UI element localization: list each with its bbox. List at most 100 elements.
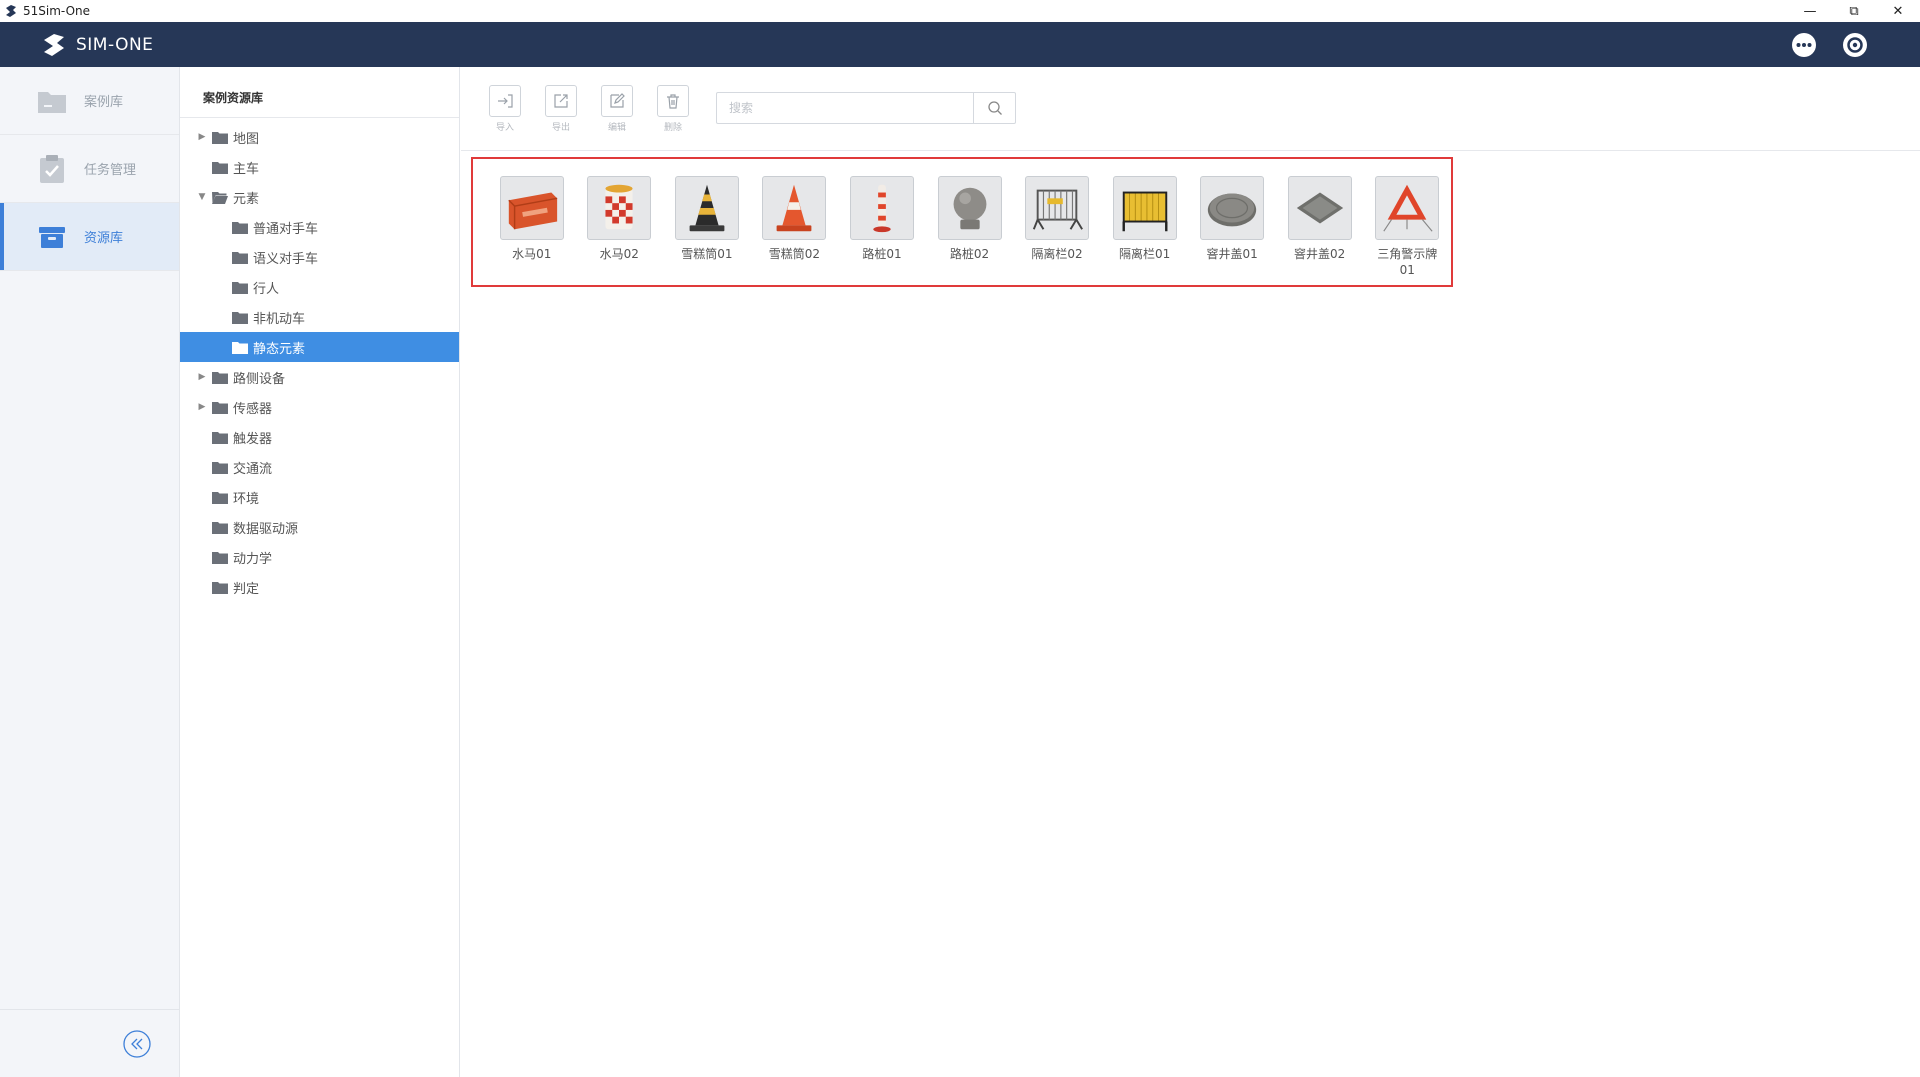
tree-item-label: 触发器 [233,431,273,447]
folder-icon [212,131,228,144]
folder-icon [212,461,228,474]
import-button[interactable]: 导入 [489,85,521,133]
asset-card[interactable]: 窨井盖01 [1188,176,1276,285]
nav-item-resources[interactable]: 资源库 [0,203,179,271]
folder-icon [232,311,248,324]
settings-gear-icon[interactable] [1842,32,1868,58]
asset-card[interactable]: 三角警示牌01 [1363,176,1451,285]
folder-icon [212,581,228,594]
collapse-area [0,1009,179,1077]
water-barrier-icon[interactable] [499,176,564,240]
warning-triangle-icon[interactable] [1375,176,1440,240]
tree-item[interactable]: 主车 [180,152,459,182]
tree-item-label: 判定 [233,581,260,597]
tree-item-label: 地图 [233,131,260,147]
tree-item[interactable]: 触发器 [180,422,459,452]
window-title: 51Sim-One [23,4,91,18]
tree-item[interactable]: 环境 [180,482,459,512]
app-logo-icon [6,5,16,17]
asset-name: 窨井盖02 [1294,247,1346,261]
tree-item-label: 元素 [233,191,260,207]
restore-icon[interactable]: ⧉ [1832,0,1876,22]
edit-button[interactable]: 编辑 [601,85,633,133]
asset-name: 隔离栏01 [1118,247,1171,261]
asset-card[interactable]: 水马02 [576,176,664,285]
tree-item[interactable]: 判定 [180,572,459,602]
tree-item[interactable]: ▼ 元素 [180,182,459,212]
tree-item-label: 静态元素 [253,341,306,357]
tree-item[interactable]: 行人 [180,272,459,302]
search-box [716,92,1016,124]
caret-down-icon[interactable]: ▼ [197,192,207,202]
asset-name: 水马02 [599,247,639,261]
simone-logo-icon [44,33,64,56]
app-header: SIM-ONE [0,22,1920,67]
search-input[interactable] [717,93,973,123]
nav-item-label: 案例库 [84,95,124,110]
tree-item-label: 普通对手车 [253,221,319,237]
asset-card[interactable]: 隔离栏01 [1101,176,1189,285]
tree-item[interactable]: 非机动车 [180,302,459,332]
tree-item[interactable]: 数据驱动源 [180,512,459,542]
asset-card[interactable]: 路桩02 [926,176,1014,285]
export-button[interactable]: 导出 [545,85,577,133]
folder-icon [212,491,228,504]
nav-item-label: 任务管理 [84,163,137,178]
asset-card[interactable]: 水马01 [488,176,576,285]
asset-name: 雪糕筒01 [681,247,733,261]
delete-button[interactable]: 删除 [657,85,689,133]
tree-item-label: 传感器 [233,401,273,417]
yellow-fence-icon[interactable] [1112,176,1177,240]
nav-item-label: 资源库 [84,231,124,246]
nav-item-cases[interactable]: 案例库 [0,67,179,135]
edit-icon [610,93,625,108]
caret-right-icon[interactable]: ▶ [197,132,207,142]
brand-name: SIM-ONE [76,34,154,55]
asset-card[interactable]: 隔离栏02 [1013,176,1101,285]
asset-card[interactable]: 雪糕筒01 [663,176,751,285]
asset-card[interactable]: 路桩01 [838,176,926,285]
folder-icon [212,521,228,534]
folder-icon [212,161,228,174]
tree-item[interactable]: 普通对手车 [180,212,459,242]
more-options-icon[interactable] [1791,32,1817,58]
asset-card[interactable]: 窨井盖02 [1276,176,1364,285]
nav-item-tasks[interactable]: 任务管理 [0,135,179,203]
tree-item[interactable]: ▶ 地图 [180,122,459,152]
caret-right-icon[interactable]: ▶ [197,402,207,412]
window-titlebar: 51Sim-One — ⧉ ✕ [0,0,1920,22]
round-manhole-cover-icon[interactable] [1200,176,1265,240]
minimize-icon[interactable]: — [1788,0,1832,22]
asset-card[interactable]: 雪糕筒02 [751,176,839,285]
water-barrel-icon[interactable] [587,176,652,240]
caret-right-icon[interactable]: ▶ [197,372,207,382]
traffic-cone-orange-icon[interactable] [762,176,827,240]
asset-name: 雪糕筒02 [768,247,821,261]
metal-fence-icon[interactable] [1025,176,1090,240]
tree-item-label: 交通流 [233,461,273,477]
folder-icon [212,551,228,564]
toolbar: 导入 导出 编辑 删除 [461,67,1920,151]
folder-open-icon [212,191,228,204]
search-button[interactable] [973,93,1015,123]
folder-icon [232,341,248,354]
tree-item[interactable]: ▶ 路侧设备 [180,362,459,392]
tree-item[interactable]: ▶ 传感器 [180,392,459,422]
tree-item[interactable]: 语义对手车 [180,242,459,272]
asset-grid: 水马01 水马02 雪糕筒01 雪糕筒02 路桩01 路桩02 隔离栏02 隔离栏01 窨井盖0… [471,157,1453,287]
storage-box-icon [39,226,65,248]
tree-item[interactable]: 静态元素 [180,332,459,362]
export-icon [554,94,568,108]
traffic-cone-black-yellow-icon[interactable] [674,176,739,240]
delete-label: 删除 [663,123,682,133]
square-manhole-cover-icon[interactable] [1287,176,1352,240]
collapse-sidebar-icon[interactable] [122,1029,152,1059]
asset-name: 窨井盖01 [1206,247,1258,261]
tree-item[interactable]: 动力学 [180,542,459,572]
stone-ball-bollard-icon[interactable] [937,176,1002,240]
bollard-post-icon[interactable] [849,176,914,240]
tree-item-label: 环境 [233,491,260,507]
asset-name: 三角警示牌01 [1377,247,1438,277]
tree-item[interactable]: 交通流 [180,452,459,482]
close-icon[interactable]: ✕ [1876,0,1920,22]
